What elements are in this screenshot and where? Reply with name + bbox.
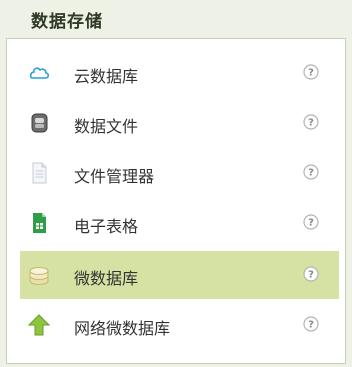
- item-label: 数据文件: [74, 117, 139, 136]
- database-icon: [29, 267, 49, 285]
- document-icon: [32, 162, 47, 184]
- up-arrow-icon: [28, 314, 50, 336]
- help-icon[interactable]: ?: [303, 64, 319, 80]
- list-item-cloud-db[interactable]: 云数据库 ?: [20, 49, 339, 97]
- help-icon[interactable]: ?: [303, 266, 319, 282]
- data-storage-panel: 数据存储 云数据库 ? 数据文件 ? 文件管理器 ? 电子表格 ? 微数据库 ?…: [0, 0, 352, 367]
- help-icon[interactable]: ?: [303, 114, 319, 130]
- list-item-data-file[interactable]: 数据文件 ?: [20, 99, 339, 147]
- help-icon[interactable]: ?: [303, 164, 319, 180]
- data-file-icon: [31, 113, 48, 133]
- svg-text:?: ?: [308, 168, 314, 179]
- list-item-file-manager[interactable]: 文件管理器 ?: [20, 149, 339, 197]
- list-item-spreadsheet[interactable]: 电子表格 ?: [20, 199, 339, 247]
- svg-text:?: ?: [308, 320, 314, 331]
- svg-text:?: ?: [308, 218, 314, 229]
- component-list: 云数据库 ? 数据文件 ? 文件管理器 ? 电子表格 ? 微数据库 ? 网络微数…: [6, 38, 346, 364]
- item-label: 文件管理器: [74, 167, 155, 186]
- svg-text:?: ?: [308, 118, 314, 129]
- svg-text:?: ?: [308, 270, 314, 281]
- cloud-icon: [29, 67, 50, 79]
- list-item-network-micro-db[interactable]: 网络微数据库 ?: [20, 301, 339, 349]
- svg-text:?: ?: [308, 68, 314, 79]
- item-label: 云数据库: [74, 67, 139, 86]
- item-label: 网络微数据库: [74, 319, 171, 338]
- spreadsheet-icon: [33, 213, 46, 233]
- panel-title: 数据存储: [31, 12, 103, 32]
- help-icon[interactable]: ?: [303, 214, 319, 230]
- panel-header: 数据存储: [0, 0, 352, 38]
- item-label: 微数据库: [74, 269, 139, 288]
- help-icon[interactable]: ?: [303, 316, 319, 332]
- list-item-micro-db[interactable]: 微数据库 ?: [20, 251, 339, 299]
- item-label: 电子表格: [74, 217, 139, 236]
